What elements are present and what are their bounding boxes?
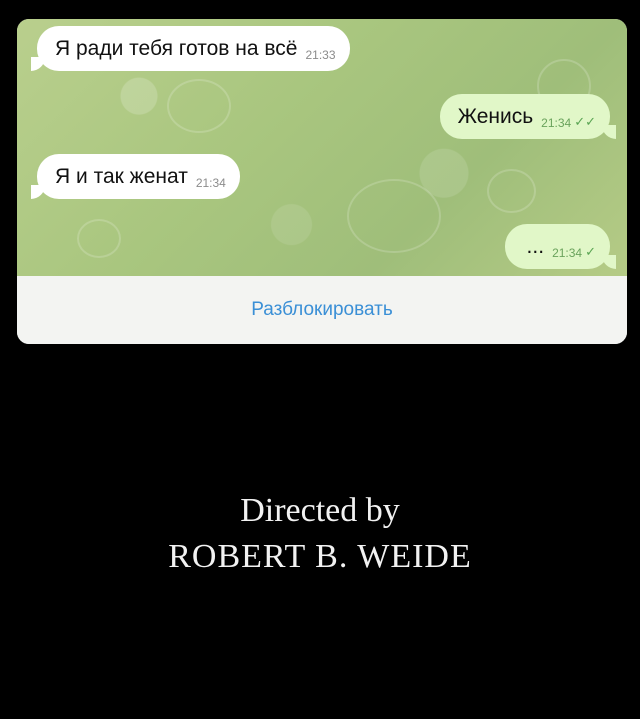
page: Я ради тебя готов на всё 21:33 Женись 21… — [0, 0, 640, 719]
message-time: 21:34 — [541, 115, 572, 130]
movie-credits: Directed by ROBERT B. WEIDE — [0, 488, 640, 580]
message-text: ... — [526, 234, 545, 258]
credits-director-name: ROBERT B. WEIDE — [168, 538, 472, 575]
message-text: Я ради тебя готов на всё — [55, 36, 298, 60]
wallpaper-doodle — [347, 179, 441, 253]
message-outgoing[interactable]: ... 21:34 ✓ — [504, 224, 617, 269]
chat-screenshot: Я ради тебя готов на всё 21:33 Женись 21… — [17, 19, 627, 344]
wallpaper-doodle — [77, 219, 121, 258]
unblock-bar: Разблокировать — [17, 276, 627, 344]
message-time: 21:34 — [552, 245, 583, 260]
message-text: Женись — [457, 104, 534, 128]
wallpaper-doodle — [167, 79, 231, 133]
message-incoming[interactable]: Я ради тебя готов на всё 21:33 — [31, 26, 350, 71]
unblock-button[interactable]: Разблокировать — [231, 293, 412, 327]
wallpaper-doodle — [487, 169, 536, 213]
chat-wallpaper: Я ради тебя готов на всё 21:33 Женись 21… — [17, 19, 627, 276]
message-time: 21:34 — [195, 175, 226, 190]
message-incoming[interactable]: Я и так женат 21:34 — [31, 154, 240, 199]
double-check-icon: ✓✓ — [574, 114, 596, 129]
check-icon: ✓ — [585, 244, 596, 259]
message-time: 21:33 — [305, 47, 336, 62]
message-text: Я и так женат — [55, 164, 188, 188]
message-outgoing[interactable]: Женись 21:34 ✓✓ — [439, 94, 617, 139]
credits-directed-by: Directed by — [240, 492, 400, 529]
